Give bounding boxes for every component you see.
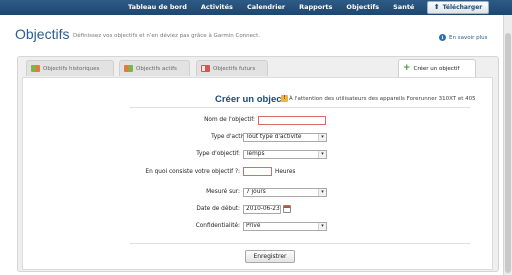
start-date-label: Date de début:	[196, 206, 240, 212]
plus-icon: +	[403, 63, 411, 73]
goal-type-value: Temps	[246, 151, 265, 157]
divider	[130, 107, 470, 108]
learn-more-link[interactable]: i En savoir plus	[439, 34, 487, 41]
activity-type-label: Type d'activité:	[211, 134, 255, 140]
form-heading: Créer un objec	[215, 94, 282, 105]
tab-label: Objectifs historiques	[43, 65, 100, 72]
nav-goals[interactable]: Objectifs	[346, 0, 379, 15]
measured-label: Mesuré sur:	[206, 189, 240, 195]
activity-type-value: Tout type d'activité	[246, 134, 302, 140]
tab-historical-goals[interactable]: Objectifs historiques	[26, 60, 114, 76]
tab-label: Objectifs futurs	[213, 65, 256, 72]
measured-period-select[interactable]: 7 jours ▾	[243, 188, 327, 197]
start-date-input[interactable]: 2010-06-23	[243, 205, 281, 214]
calendar-icon[interactable]	[283, 205, 291, 213]
main-nav: Tableau de bord Activités Calendrier Rap…	[128, 0, 414, 15]
info-icon: i	[439, 34, 446, 41]
chevron-down-icon: ▾	[318, 223, 326, 230]
tab-active-goals[interactable]: Objectifs actifs	[119, 60, 190, 76]
divider	[130, 243, 470, 244]
tab-future-goals[interactable]: Objectifs futurs	[196, 60, 268, 76]
chevron-down-icon: ▾	[318, 151, 326, 158]
form-note: À l'attention des utilisateurs des appar…	[289, 96, 476, 102]
nav-dashboard[interactable]: Tableau de bord	[128, 0, 187, 15]
save-button[interactable]: Enregistrer	[245, 250, 295, 263]
privacy-value: Privé	[246, 223, 261, 229]
nav-calendar[interactable]: Calendrier	[247, 0, 285, 15]
goal-name-input[interactable]	[258, 116, 326, 125]
privacy-select[interactable]: Privé ▾	[243, 222, 327, 231]
nav-reports[interactable]: Rapports	[299, 0, 332, 15]
goal-type-label: Type d'objectif:	[196, 151, 240, 157]
goal-amount-input[interactable]	[243, 167, 272, 176]
goal-amount-label: En quoi consiste votre objectif ?:	[145, 169, 240, 175]
active-goals-icon	[124, 65, 133, 72]
activity-type-select[interactable]: Tout type d'activité ▾	[243, 133, 327, 142]
future-goals-icon	[201, 65, 210, 72]
hours-unit-label: Heures	[275, 169, 296, 175]
warning-icon: !	[281, 95, 288, 102]
download-button-label: Télécharger	[442, 4, 483, 11]
top-navigation-bar: Tableau de bord Activités Calendrier Rap…	[0, 0, 512, 15]
vertical-scrollbar[interactable]	[503, 15, 512, 275]
page-title: Objectifs	[15, 26, 70, 42]
learn-more-label: En savoir plus	[449, 34, 488, 41]
chevron-down-icon: ▾	[318, 134, 326, 141]
history-icon	[31, 65, 40, 72]
goal-name-label: Nom de l'objectif:	[204, 117, 255, 123]
download-button[interactable]: ⬆ Télécharger	[427, 1, 489, 14]
tab-create-goal[interactable]: + Créer un objectif	[398, 59, 476, 77]
nav-activities[interactable]: Activités	[201, 0, 233, 15]
scrollbar-thumb[interactable]	[505, 33, 511, 273]
page-subtitle: Définissez vos objectifs et n'en déviez …	[73, 33, 260, 39]
privacy-label: Confidentialité:	[195, 223, 240, 229]
goal-type-select[interactable]: Temps ▾	[243, 150, 327, 159]
tab-label: Objectifs actifs	[136, 65, 177, 72]
nav-health[interactable]: Santé	[393, 0, 414, 15]
chevron-down-icon: ▾	[318, 189, 326, 196]
measured-period-value: 7 jours	[246, 189, 266, 195]
tab-label: Créer un objectif	[413, 65, 460, 72]
upload-arrow-icon: ⬆	[433, 3, 440, 11]
